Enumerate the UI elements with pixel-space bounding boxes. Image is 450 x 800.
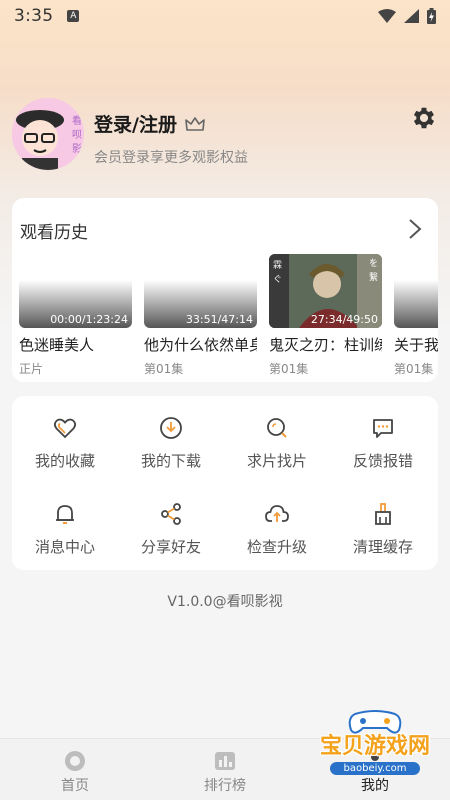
downloads-label: 我的下载 (140, 452, 201, 470)
avatar[interactable]: 看 呗 影 (12, 98, 84, 170)
history-item-title: 他为什么依然单身 (144, 336, 257, 354)
history-item-episode: 第01集 (269, 362, 309, 376)
clear-cache-label: 清理缓存 (352, 538, 413, 556)
history-item[interactable]: 00:00/1:23:24 色迷睡美人 正片 (19, 254, 132, 382)
history-item[interactable]: 关于我 第01集 (394, 254, 438, 382)
wifi-icon (378, 9, 396, 23)
version-text: V1.0.0@看呗影视 (167, 594, 283, 610)
history-thumbnail[interactable] (394, 254, 438, 328)
share-button[interactable]: 分享好友 (118, 502, 224, 572)
history-thumbnail[interactable]: 霖 ぐ を 繋 27:34/49:50 (269, 254, 382, 328)
watch-history-title: 观看历史 (20, 223, 88, 243)
feedback-button[interactable]: 反馈报错 (330, 416, 436, 486)
svg-text:呗: 呗 (72, 129, 82, 141)
function-grid: 我的收藏 我的下载 求片找片 反馈报错 消息中心 分享好友 检查升级 清理缓存 (12, 396, 438, 570)
watermark-text: 宝贝游戏网 (319, 734, 430, 759)
svg-text:影: 影 (72, 143, 82, 155)
status-time: 3:35 (14, 6, 54, 26)
share-label: 分享好友 (140, 538, 201, 556)
request-movie-label: 求片找片 (246, 452, 307, 470)
history-list: 00:00/1:23:24 色迷睡美人 正片 33:51/47:14 他为什么依… (19, 254, 438, 382)
message-center-button[interactable]: 消息中心 (12, 502, 118, 572)
downloads-button[interactable]: 我的下载 (118, 416, 224, 486)
upgrade-icon (265, 505, 289, 522)
bell-icon (56, 505, 74, 524)
history-item[interactable]: 霖 ぐ を 繋 27:34/49:50 鬼灭之刃：柱训练篇 第01集 (269, 254, 382, 382)
status-right (378, 8, 436, 24)
svg-text:繋: 繋 (369, 271, 378, 283)
signal-icon (404, 9, 419, 23)
check-update-button[interactable]: 检查升级 (224, 502, 330, 572)
profile-header[interactable]: 看 呗 影 登录/注册 会员登录享更多观影权益 (12, 98, 438, 178)
share-icon (161, 503, 181, 525)
clear-cache-button[interactable]: 清理缓存 (330, 502, 436, 572)
feedback-label: 反馈报错 (352, 452, 413, 470)
gear-icon[interactable] (410, 104, 438, 132)
login-register-label[interactable]: 登录/注册 (94, 110, 177, 137)
login-register-title[interactable]: 登录/注册 (94, 110, 205, 137)
download-icon (160, 417, 182, 439)
check-update-label: 检查升级 (246, 538, 307, 556)
message-center-label: 消息中心 (34, 538, 95, 556)
watermark-url: baobeiy.com (330, 762, 420, 775)
history-item-episode: 第01集 (144, 362, 184, 376)
notification-a-icon: A (67, 10, 80, 22)
favorites-button[interactable]: 我的收藏 (12, 416, 118, 486)
crown-icon (185, 116, 205, 131)
history-thumbnail[interactable]: 00:00/1:23:24 (19, 254, 132, 328)
status-bar: 3:35 A (0, 0, 450, 32)
tab-ranking[interactable]: 排行榜 (150, 739, 300, 800)
history-item-episode: 第01集 (394, 362, 434, 376)
battery-icon (427, 8, 436, 24)
broom-icon (375, 503, 391, 525)
ranking-icon (215, 752, 235, 770)
history-item-title: 鬼灭之刃：柱训练篇 (269, 336, 382, 354)
svg-text:を: を (369, 258, 378, 269)
request-movie-button[interactable]: 求片找片 (224, 416, 330, 486)
progress-time: 33:51/47:14 (185, 313, 253, 326)
heart-icon (53, 418, 77, 439)
watch-history-card: 观看历史 00:00/1:23:24 色迷睡美人 正片 33:51/47:14 … (12, 198, 438, 382)
watermark: 宝贝游戏网 baobeiy.com (300, 700, 450, 800)
history-item-title: 关于我 (394, 336, 438, 354)
favorites-label: 我的收藏 (34, 452, 95, 470)
progress-time: 00:00/1:23:24 (50, 313, 128, 326)
tab-home[interactable]: 首页 (0, 739, 150, 800)
tab-ranking-label: 排行榜 (204, 778, 246, 794)
chevron-right-icon[interactable] (408, 218, 422, 240)
history-item[interactable]: 33:51/47:14 他为什么依然单身 第01集 (144, 254, 257, 382)
progress-time: 27:34/49:50 (310, 313, 378, 326)
feedback-icon (373, 419, 393, 438)
history-item-episode: 正片 (19, 362, 44, 376)
tab-home-label: 首页 (61, 778, 89, 794)
svg-text:ぐ: ぐ (273, 275, 282, 285)
history-item-title: 色迷睡美人 (19, 336, 95, 354)
svg-text:霖: 霖 (273, 260, 282, 271)
avatar-cartoon: 看 呗 影 (12, 98, 84, 170)
home-icon (65, 751, 85, 771)
svg-text:看: 看 (72, 114, 82, 127)
search-movie-icon (267, 418, 287, 438)
login-subtitle: 会员登录享更多观影权益 (94, 150, 248, 166)
history-thumbnail[interactable]: 33:51/47:14 (144, 254, 257, 328)
